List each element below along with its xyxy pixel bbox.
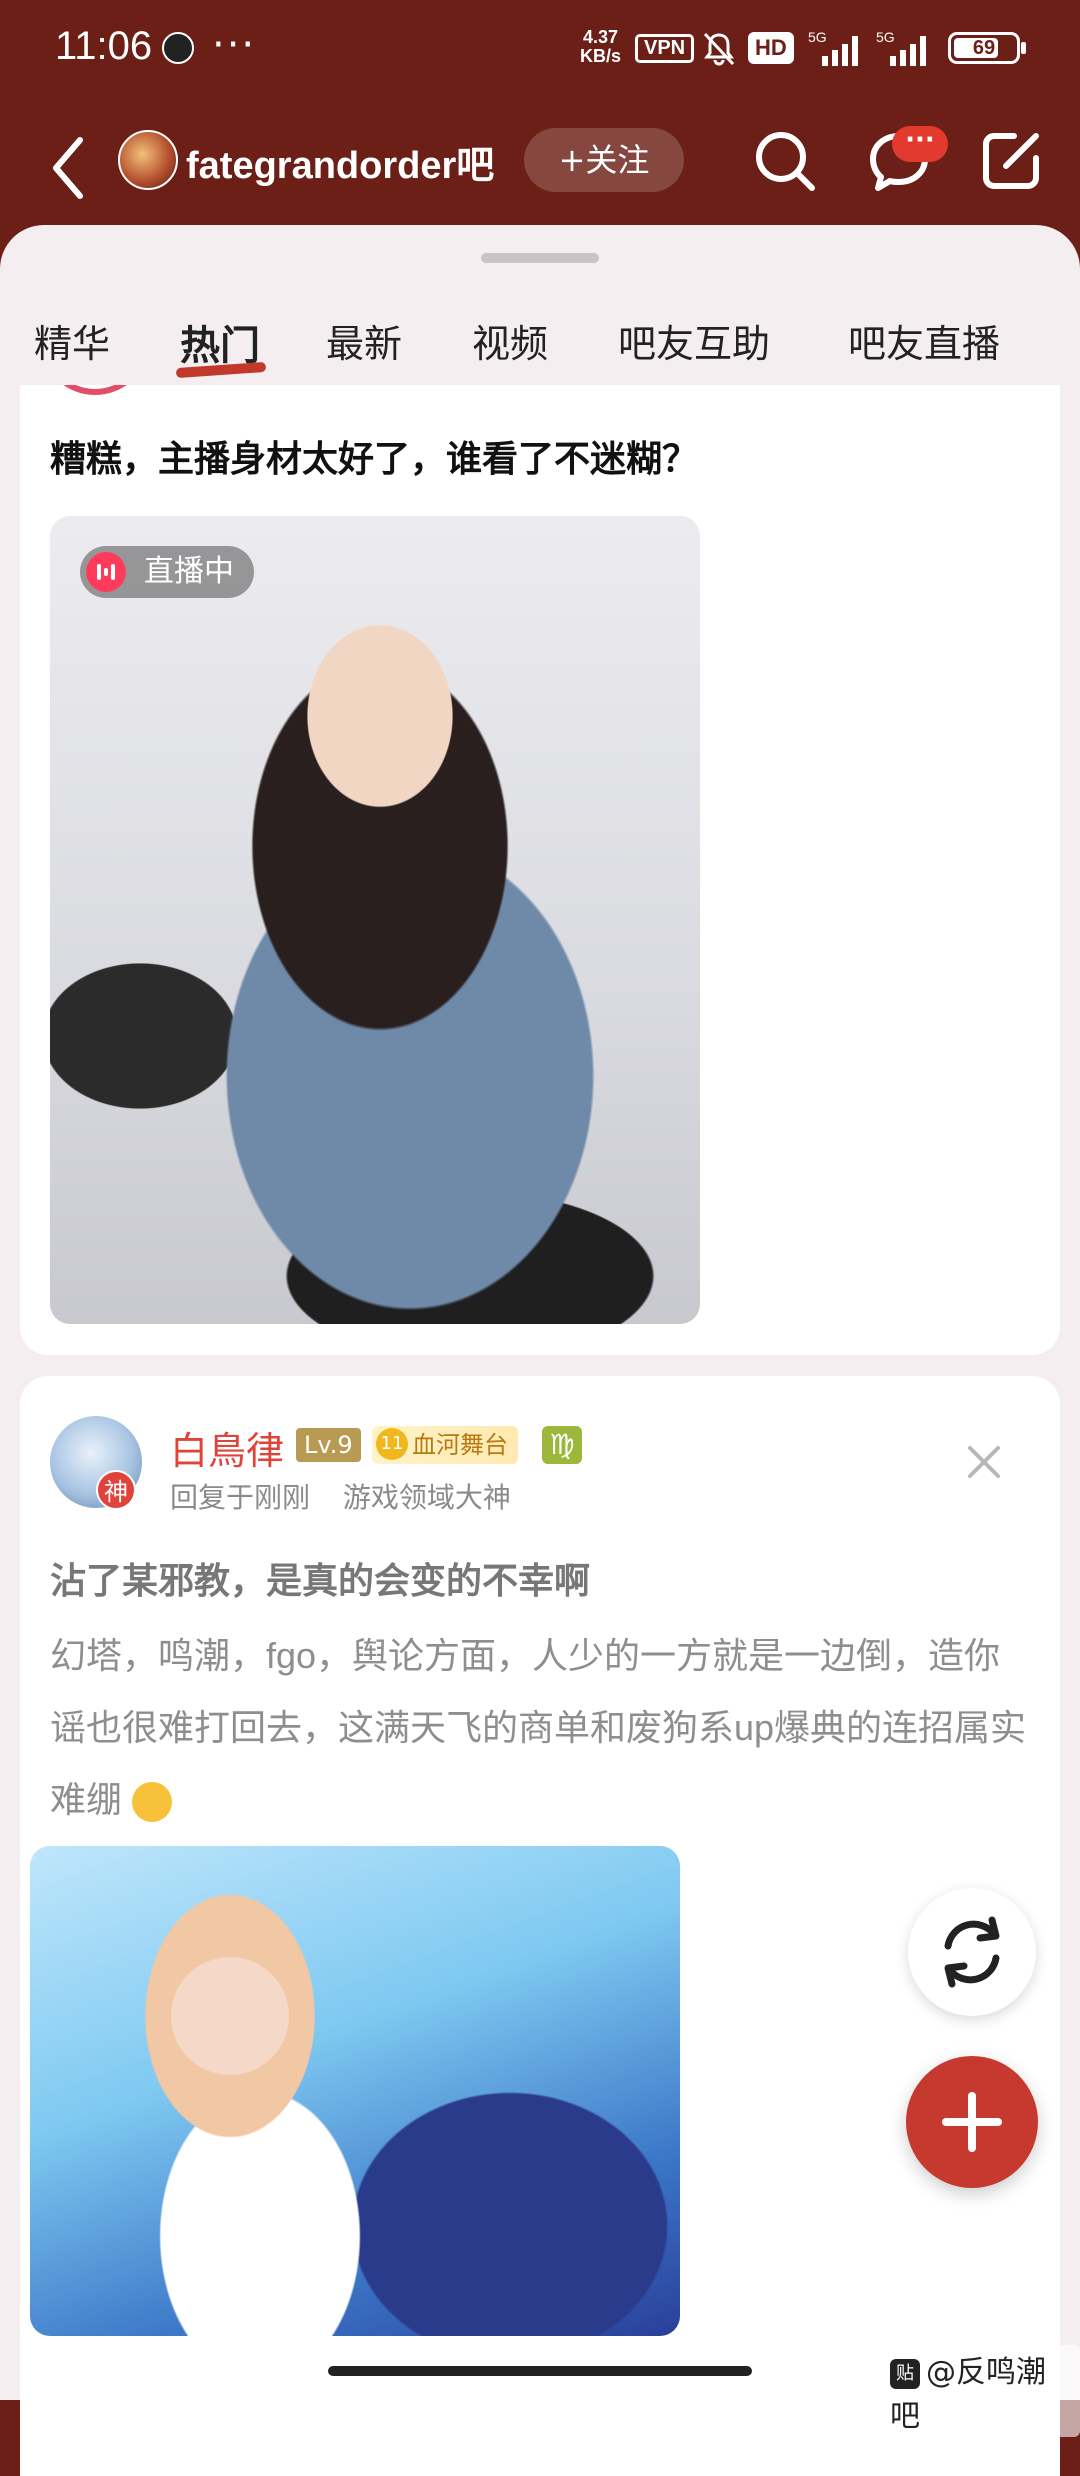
member-badge: 11 血河舞台: [372, 1426, 518, 1464]
post-title[interactable]: 沾了某邪教，是真的会变的不幸啊: [50, 1552, 590, 1604]
status-bar: 11:06 ··· 4.37 KB/s VPN HD 5G 5G 69: [0, 0, 1080, 110]
reply-time: 回复于刚刚: [170, 1481, 311, 1514]
close-icon[interactable]: [964, 1442, 1004, 1482]
live-icon: [86, 552, 126, 592]
network-speed-value: 4.37: [582, 27, 619, 47]
search-icon[interactable]: [752, 128, 818, 194]
tab-video[interactable]: 视频: [472, 313, 548, 368]
live-label: 直播中: [144, 554, 234, 589]
bell-muted-icon: [703, 32, 735, 66]
level-badge: Lv.9: [296, 1428, 361, 1462]
tab-live[interactable]: 吧友直播: [848, 313, 1000, 368]
app-notification-icon: [162, 32, 194, 64]
post-title[interactable]: 糟糕，主播身材太好了，谁看了不迷糊？: [50, 430, 698, 482]
author-name[interactable]: 白鳥律: [170, 1420, 284, 1475]
god-badge: 神: [96, 1470, 136, 1510]
tab-featured[interactable]: 精华: [34, 313, 110, 368]
tab-bar: 精华 热门 最新 视频 吧友互助 吧友直播: [0, 285, 1080, 385]
zodiac-badge: ♍: [542, 1426, 582, 1464]
post-body-text: 幻塔，鸣潮，fgo，舆论方面，人少的一方就是一边倒，造你谣也很难打回去，这满天飞…: [50, 1635, 1027, 1820]
network-speed-unit: KB/s: [580, 46, 622, 66]
battery-tip: [1021, 42, 1026, 54]
member-level: 11: [376, 1428, 408, 1460]
forum-header: fategrandorder吧 +关注 ···: [0, 110, 1080, 230]
tieba-logo-icon: 贴: [890, 2358, 920, 2389]
edit-icon[interactable]: [978, 128, 1044, 194]
author-meta: 回复于刚刚 游戏领域大神: [170, 1476, 535, 1516]
refresh-icon: [944, 1916, 1000, 1988]
plus-icon: [942, 2092, 1002, 2152]
watermark: 贴 @反鸣潮吧: [884, 2345, 1080, 2437]
post-image[interactable]: [30, 1846, 680, 2336]
back-icon[interactable]: [48, 132, 88, 204]
live-stream-thumbnail[interactable]: 直播中: [50, 516, 700, 1324]
svg-text:5G: 5G: [876, 29, 895, 45]
battery-icon: 69: [948, 32, 1020, 64]
network-speed: 4.37 KB/s: [580, 28, 621, 66]
laughing-emoji-icon: [132, 1782, 173, 1823]
signal-icon: 5G: [808, 29, 858, 66]
home-indicator[interactable]: [328, 2366, 752, 2376]
svg-text:5G: 5G: [808, 29, 827, 45]
forum-avatar[interactable]: [118, 130, 178, 190]
message-badge: ···: [892, 126, 948, 162]
author-title: 游戏领域大神: [342, 1481, 511, 1514]
signal-icon-2: 5G: [876, 29, 926, 66]
tab-help[interactable]: 吧友互助: [618, 313, 770, 368]
drag-handle[interactable]: [481, 253, 599, 263]
forum-name[interactable]: fategrandorder吧: [186, 134, 494, 189]
refresh-button[interactable]: [908, 1888, 1036, 2016]
vpn-icon: VPN: [635, 34, 695, 63]
new-post-button[interactable]: [906, 2056, 1038, 2188]
tab-latest[interactable]: 最新: [326, 313, 402, 368]
post-body[interactable]: 幻塔，鸣潮，fgo，舆论方面，人少的一方就是一边倒，造你谣也很难打回去，这满天飞…: [50, 1620, 1030, 1836]
more-notifications-icon: ···: [212, 22, 257, 68]
clock: 11:06: [55, 24, 153, 68]
follow-button[interactable]: +关注: [524, 128, 684, 192]
hd-voice-icon: HD: [748, 32, 794, 64]
member-badge-label: 血河舞台: [412, 1431, 508, 1459]
live-badge: 直播中: [80, 546, 254, 598]
battery-level: 69: [972, 37, 996, 59]
